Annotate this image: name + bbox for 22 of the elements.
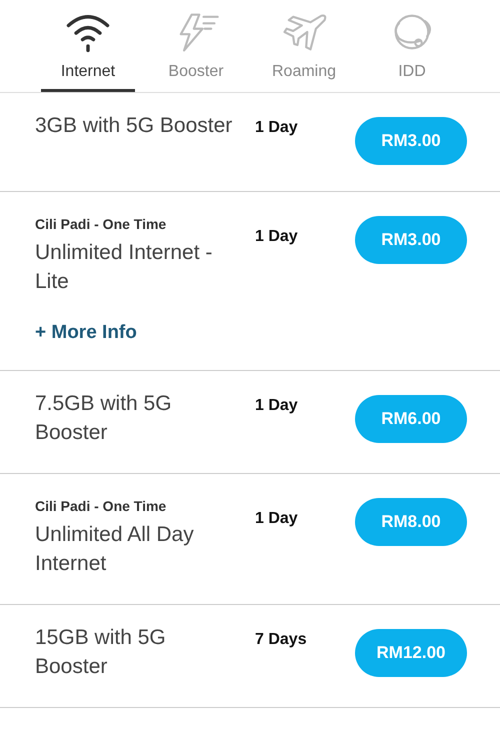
plan-name: 15GB with 5G Booster bbox=[35, 625, 167, 680]
tab[interactable]: Roaming bbox=[257, 10, 351, 92]
plan-name: 3GB with 5G Booster bbox=[35, 113, 234, 139]
price-button[interactable]: RM8.00 bbox=[355, 498, 467, 546]
plan-duration: 7 Days bbox=[255, 631, 308, 650]
plan-name: Unlimited Internet - Lite bbox=[35, 240, 214, 295]
plan-duration: 1 Day bbox=[255, 510, 299, 529]
plan-name: 7.5GB with 5G Booster bbox=[35, 391, 173, 446]
tab[interactable]: IDD bbox=[365, 10, 459, 92]
plan-duration: 1 Day bbox=[255, 397, 299, 416]
plan-name: Unlimited All Day Internet bbox=[35, 522, 195, 577]
plan-duration: 1 Day bbox=[255, 228, 299, 247]
plan-category: Cili Padi - One Time bbox=[35, 216, 166, 232]
price-button[interactable]: RM6.00 bbox=[355, 395, 467, 443]
price-button[interactable]: RM12.00 bbox=[355, 629, 467, 677]
tab[interactable]: Booster bbox=[149, 10, 243, 92]
plan-category: Cili Padi - One Time bbox=[35, 498, 166, 514]
plan-duration: 1 Day bbox=[255, 119, 299, 138]
price-button[interactable]: RM3.00 bbox=[355, 216, 467, 264]
more-info-link[interactable]: + More Info bbox=[35, 322, 137, 344]
price-button[interactable]: RM3.00 bbox=[355, 117, 467, 165]
tab[interactable]: Internet bbox=[41, 10, 135, 92]
